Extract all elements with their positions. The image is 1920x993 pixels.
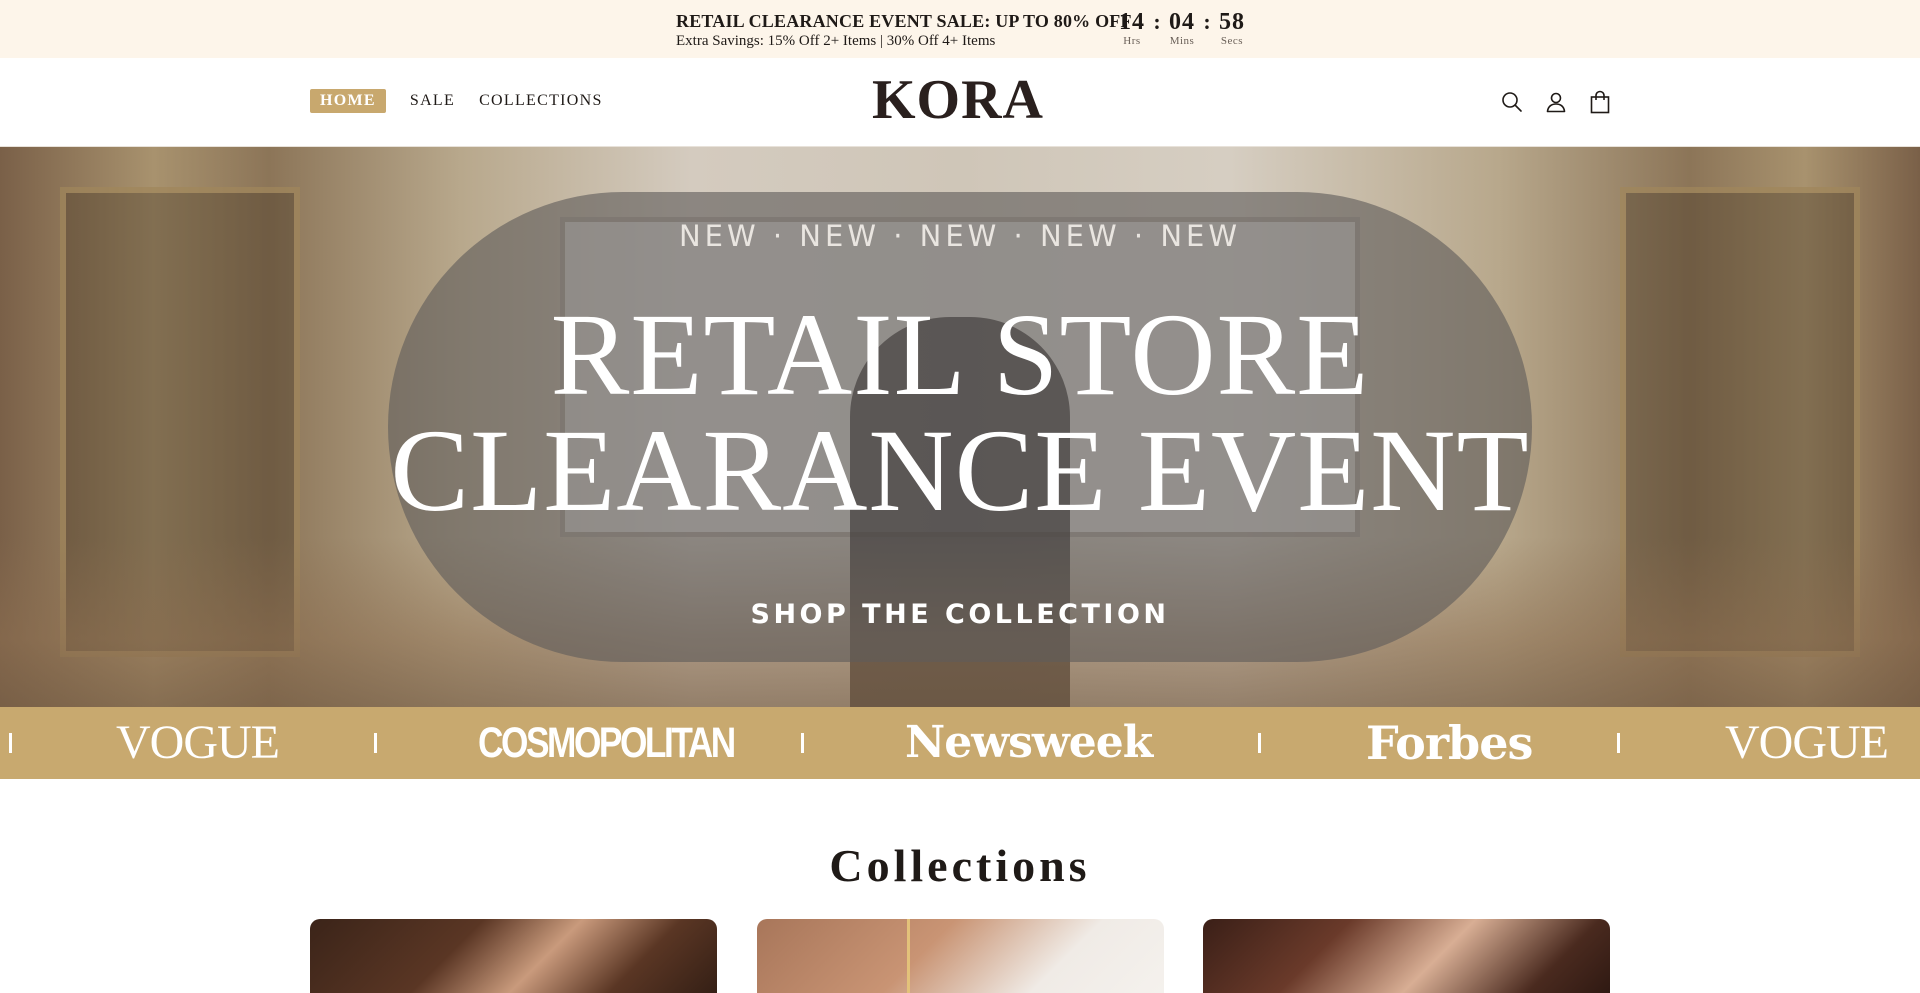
- timer-seconds-value: 58: [1219, 9, 1245, 35]
- press-logo-forbes: Forbes: [1366, 716, 1533, 770]
- site-header: HOME SALE COLLECTIONS KORA: [0, 58, 1920, 147]
- nav-item-collections[interactable]: COLLECTIONS: [469, 89, 613, 113]
- collection-card[interactable]: [310, 919, 717, 993]
- hero-title: RETAIL STORE CLEARANCE EVENT: [388, 289, 1532, 536]
- timer-hours-value: 14: [1119, 9, 1145, 35]
- press-logo-newsweek: Newsweek: [905, 717, 1153, 768]
- collection-card[interactable]: [1203, 919, 1610, 993]
- timer-minutes-value: 04: [1169, 9, 1195, 35]
- timer-hours-label: Hrs: [1123, 35, 1141, 47]
- hero-banner[interactable]: NEW · NEW · NEW · NEW · NEW RETAIL STORE…: [0, 147, 1920, 707]
- nav-item-sale[interactable]: SALE: [400, 89, 465, 113]
- announcement-subtitle: Extra Savings: 15% Off 2+ Items | 30% Of…: [676, 33, 996, 49]
- press-separator: [1258, 733, 1261, 753]
- press-separator: [374, 733, 377, 753]
- timer-separator: :: [1153, 9, 1161, 34]
- nav-item-home[interactable]: HOME: [310, 89, 386, 113]
- hero-title-line1: RETAIL STORE: [550, 289, 1370, 420]
- press-separator: [1617, 733, 1620, 753]
- cart-icon[interactable]: [1586, 88, 1614, 116]
- header-icons: [1498, 88, 1630, 116]
- search-icon[interactable]: [1498, 88, 1526, 116]
- timer-minutes-label: Mins: [1169, 35, 1195, 47]
- timer-seconds: 58 Secs: [1214, 9, 1250, 47]
- hero-eyebrow: NEW · NEW · NEW · NEW · NEW: [678, 219, 1242, 253]
- press-logo-vogue: VOGUE: [116, 716, 280, 769]
- necklace-chain-image: [907, 919, 910, 993]
- press-separator: [801, 733, 804, 753]
- announcement-bar: RETAIL CLEARANCE EVENT SALE: UP TO 80% O…: [0, 0, 1920, 58]
- timer-seconds-label: Secs: [1220, 35, 1244, 47]
- shop-collection-link[interactable]: SHOP THE COLLECTION: [388, 599, 1532, 630]
- press-separator: [9, 733, 12, 753]
- main-nav: HOME SALE COLLECTIONS: [310, 89, 617, 113]
- hero-title-line2: CLEARANCE EVENT: [390, 405, 1530, 536]
- press-logo-strip: VOGUE COSMOPOLITAN Newsweek Forbes VOGUE: [0, 707, 1920, 779]
- announcement-title: RETAIL CLEARANCE EVENT SALE: UP TO 80% O…: [676, 11, 1132, 31]
- site-logo[interactable]: KORA: [862, 70, 1054, 130]
- countdown-timer: 14 Hrs : 04 Mins : 58 Secs: [1114, 9, 1250, 47]
- timer-separator: :: [1203, 9, 1211, 34]
- timer-minutes: 04 Mins: [1164, 9, 1200, 47]
- account-icon[interactable]: [1542, 88, 1570, 116]
- collection-card[interactable]: [757, 919, 1164, 993]
- press-logo-cosmopolitan: COSMOPOLITAN: [478, 719, 736, 767]
- announcement-text: RETAIL CLEARANCE EVENT SALE: UP TO 80% O…: [676, 10, 1132, 50]
- timer-hours: 14 Hrs: [1114, 9, 1150, 47]
- press-logo-vogue: VOGUE: [1725, 716, 1889, 769]
- collections-heading: Collections: [829, 840, 1091, 891]
